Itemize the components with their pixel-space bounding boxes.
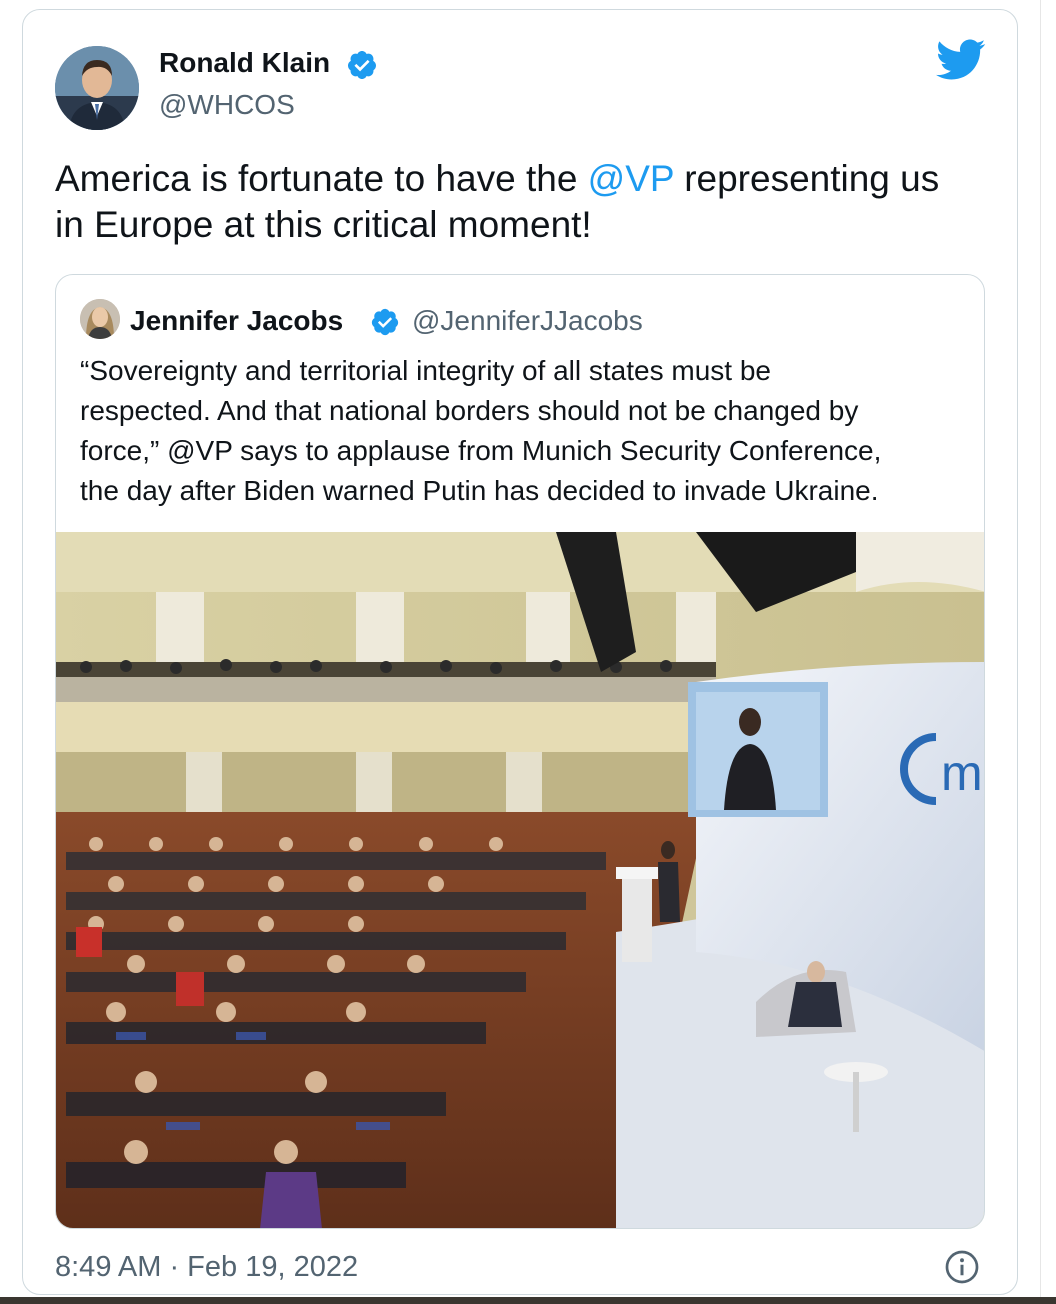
conference-photo[interactable]: msc [56,532,985,1229]
author-name[interactable]: Ronald Klain [159,46,330,80]
quoted-author-name[interactable]: Jennifer Jacobs [130,304,343,338]
tweet-text-part: America is fortunate to have the [55,158,588,199]
window-bottom-edge [0,1297,1056,1304]
quoted-text-line: the day after Biden warned Putin has dec… [80,475,879,506]
quoted-author-handle[interactable]: @JenniferJJacobs [412,304,643,338]
quoted-author-avatar[interactable] [80,299,120,339]
verified-badge-icon [347,51,376,79]
tweet-line-1: America is fortunate to have the @VP rep… [55,156,995,202]
msc-screen-logo: msc [941,745,985,801]
quoted-tweet-text: “Sovereignty and territorial integrity o… [80,351,970,511]
author-avatar[interactable] [55,46,139,130]
tweet-timestamp[interactable]: 8:49 AM · Feb 19, 2022 [55,1249,358,1285]
vp-mention-link[interactable]: @VP [588,158,674,199]
window-edge [1040,0,1056,1297]
quoted-text-line: respected. And that national borders sho… [80,395,859,426]
tweet-text-part: representing us [673,158,940,199]
quoted-tweet[interactable]: Jennifer Jacobs @JenniferJJacobs “Sovere… [55,274,985,1229]
tweet-line-2: in Europe at this critical moment! [55,204,592,245]
author-handle[interactable]: @WHCOS [159,88,295,122]
verified-badge-icon [371,308,399,336]
twitter-bird-icon[interactable] [936,39,986,81]
quoted-text-line: “Sovereignty and territorial integrity o… [80,355,771,386]
info-icon[interactable] [944,1249,980,1285]
tweet-body: America is fortunate to have the @VP rep… [55,156,995,248]
quoted-text-line: force,” @VP says to applause from Munich… [80,435,882,466]
